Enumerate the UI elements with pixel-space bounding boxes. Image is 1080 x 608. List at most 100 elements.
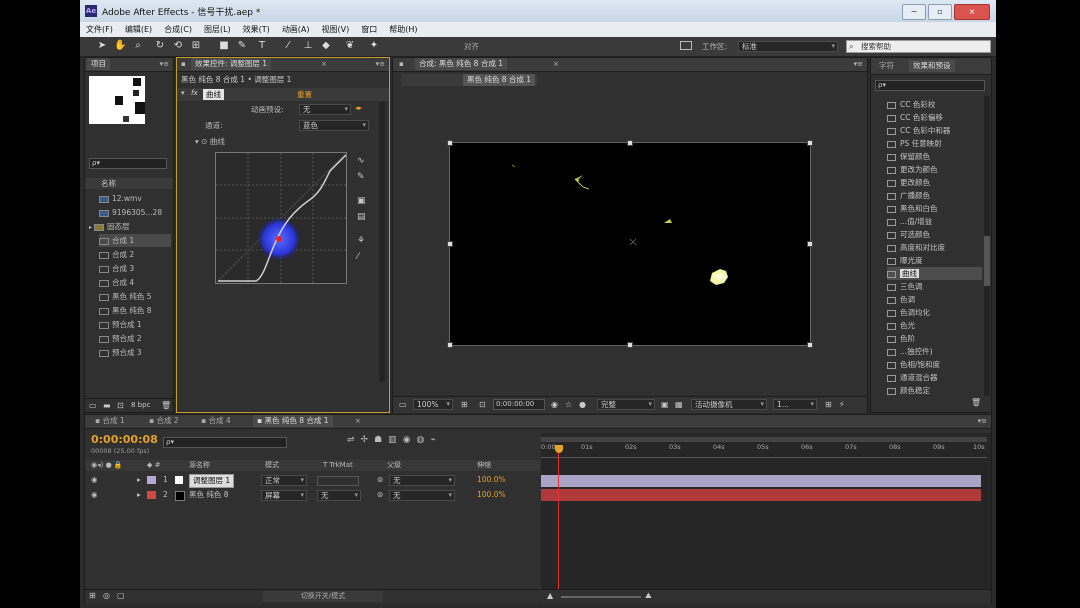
curves-graph[interactable]	[215, 152, 347, 284]
effects-scrollbar[interactable]	[984, 96, 990, 396]
expand-arrow-icon[interactable]: ▸	[137, 473, 141, 487]
effect-item[interactable]: 高度和对比度	[887, 241, 982, 254]
camera-select[interactable]: 活动摄像机	[691, 399, 767, 410]
timeline-layer[interactable]: ◉ ▸ 2 黑色 纯色 8 屏幕 无 ⊚ 无 100.0%	[85, 488, 540, 502]
label-color-swatch[interactable]	[147, 476, 156, 484]
menu-layer[interactable]: 图层(L)	[198, 22, 237, 37]
help-search-input[interactable]: 搜索帮助	[846, 40, 991, 53]
pick-whip-icon[interactable]: ⊚	[377, 488, 383, 502]
camera-tool-icon[interactable]: ⟲	[172, 40, 184, 52]
effect-item[interactable]: 曝光度	[887, 254, 982, 267]
effect-item[interactable]: 色光	[887, 319, 982, 332]
hand-tool-icon[interactable]: ✋	[114, 40, 126, 52]
column-mode[interactable]: 模式	[265, 460, 279, 471]
effect-item[interactable]: 可选颜色	[887, 228, 982, 241]
menu-help[interactable]: 帮助(H)	[383, 22, 423, 37]
maximize-button[interactable]: ▫	[928, 4, 952, 20]
curve-tool-icon[interactable]: ∿	[357, 156, 365, 166]
transform-handle[interactable]	[447, 241, 453, 247]
timeline-graph[interactable]: 0:00s 01s 02s 03s 04s 05s 06s 07s 08s 09…	[541, 433, 991, 603]
pencil-tool-icon[interactable]: ✎	[357, 172, 365, 182]
layer-switches-icon[interactable]: ⊞	[89, 591, 96, 600]
animation-preset-select[interactable]: 无	[299, 104, 351, 115]
transfer-controls-icon[interactable]: ◎	[103, 591, 110, 600]
transform-handle[interactable]	[807, 342, 813, 348]
time-ruler[interactable]: 0:00s 01s 02s 03s 04s 05s 06s 07s 08s 09…	[541, 443, 987, 458]
project-item-selected[interactable]: 合成 1	[99, 234, 171, 247]
tab-effects-presets[interactable]: 效果和预设	[909, 60, 955, 72]
visibility-eye-icon[interactable]: ◉	[91, 488, 98, 502]
effect-name[interactable]: 曲线	[203, 89, 224, 100]
timeline-tab-comp4[interactable]: ▪ 合成 4	[197, 415, 235, 427]
effect-item[interactable]: 颜色稳定	[887, 384, 982, 396]
zoom-select[interactable]: 100%	[413, 399, 453, 410]
shy-icon[interactable]: ☗	[374, 435, 388, 445]
motion-blur-icon[interactable]: ◉	[403, 435, 417, 445]
layer-name[interactable]: 调整图层 1	[189, 474, 235, 488]
project-folder[interactable]: ▸ 固态层	[89, 220, 161, 233]
layer-mode-select[interactable]: 屏幕	[261, 490, 307, 501]
project-search-input[interactable]: ρ▾	[89, 158, 167, 169]
text-tool-icon[interactable]: T	[256, 40, 268, 52]
channel-icon[interactable]: ●	[579, 400, 586, 409]
save-curve-icon[interactable]: ▤	[357, 212, 366, 222]
transform-handle[interactable]	[807, 241, 813, 247]
menu-composition[interactable]: 合成(C)	[158, 22, 198, 37]
project-item[interactable]: 预合成 1	[99, 318, 171, 331]
zoom-out-mountain-icon[interactable]: ▲	[547, 591, 553, 600]
project-item[interactable]: 预合成 3	[99, 346, 171, 359]
reset-link[interactable]: 重置	[297, 89, 312, 100]
preset-nav-icon[interactable]: ◂▸	[355, 104, 362, 112]
column-stretch[interactable]: 伸缩	[477, 460, 491, 471]
fast-previews-icon[interactable]: ⚡	[839, 400, 845, 409]
layer-trkmat-empty[interactable]	[317, 476, 359, 486]
selection-tool-icon[interactable]: ➤	[96, 40, 108, 52]
mask-tool-icon[interactable]: ■	[218, 40, 230, 52]
smooth-curve-icon[interactable]: ⚘	[357, 236, 365, 246]
project-item[interactable]: 合成 2	[99, 248, 171, 261]
effect-item[interactable]: 黑色和白色	[887, 202, 982, 215]
layer-bar-2[interactable]	[541, 489, 981, 501]
panel-menu-icon[interactable]: ▾≡	[854, 58, 863, 71]
close-tab-icon[interactable]: ×	[355, 415, 361, 428]
layer-bar-1[interactable]	[541, 475, 981, 487]
timeline-tab-comp2[interactable]: ▪ 合成 2	[145, 415, 183, 427]
close-tab-icon[interactable]: ×	[321, 58, 327, 71]
effects-search-input[interactable]: ρ▾	[875, 80, 985, 91]
roto-brush-tool-icon[interactable]: ❦	[344, 40, 356, 52]
pan-behind-tool-icon[interactable]: ⊞	[190, 40, 202, 52]
transform-handle[interactable]	[627, 342, 633, 348]
draft-3d-icon[interactable]: ✢	[361, 435, 375, 445]
menu-effect[interactable]: 效果(T)	[237, 22, 276, 37]
new-composition-icon[interactable]: ⊡	[117, 401, 124, 410]
transform-handle[interactable]	[807, 140, 813, 146]
project-item[interactable]: 黑色 纯色 8	[99, 304, 171, 317]
resolution-select[interactable]: 完整	[597, 399, 655, 410]
open-curve-icon[interactable]: ▣	[357, 196, 366, 206]
layer-stretch[interactable]: 100.0%	[477, 473, 506, 487]
puppet-pin-tool-icon[interactable]: ✦	[368, 40, 380, 52]
bpc-label[interactable]: 8 bpc	[131, 401, 150, 409]
column-trkmat[interactable]: T TrkMat	[323, 460, 353, 471]
close-button[interactable]: ×	[954, 4, 990, 20]
effect-item[interactable]: ...独控件)	[887, 345, 982, 358]
current-time-indicator-head[interactable]	[555, 445, 563, 453]
rotate-tool-icon[interactable]: ↻	[154, 40, 166, 52]
effect-item[interactable]: 三色调	[887, 280, 982, 293]
effect-item[interactable]: CC 色彩校	[887, 98, 982, 111]
graph-editor-icon[interactable]: ⌁	[430, 435, 441, 445]
transparency-grid-icon[interactable]: ▦	[675, 400, 683, 409]
toggle-pixel-aspect-icon[interactable]: ⊞	[825, 400, 832, 409]
layer-name[interactable]: 黑色 纯色 8	[189, 488, 229, 502]
layer-stretch[interactable]: 100.0%	[477, 488, 506, 502]
column-source-name[interactable]: 源名称	[189, 460, 210, 471]
layer-mode-select[interactable]: 正常	[261, 475, 307, 486]
clone-stamp-tool-icon[interactable]: ⊥	[302, 40, 314, 52]
effect-controls-scrollbar[interactable]	[379, 102, 385, 382]
timeline-search-input[interactable]: ρ▾	[163, 437, 287, 448]
transform-handle[interactable]	[447, 140, 453, 146]
effect-item[interactable]: 色相/饱和度	[887, 358, 982, 371]
views-select[interactable]: 1...	[773, 399, 817, 410]
work-area-bar[interactable]	[541, 437, 987, 442]
minimize-button[interactable]: −	[902, 4, 926, 20]
